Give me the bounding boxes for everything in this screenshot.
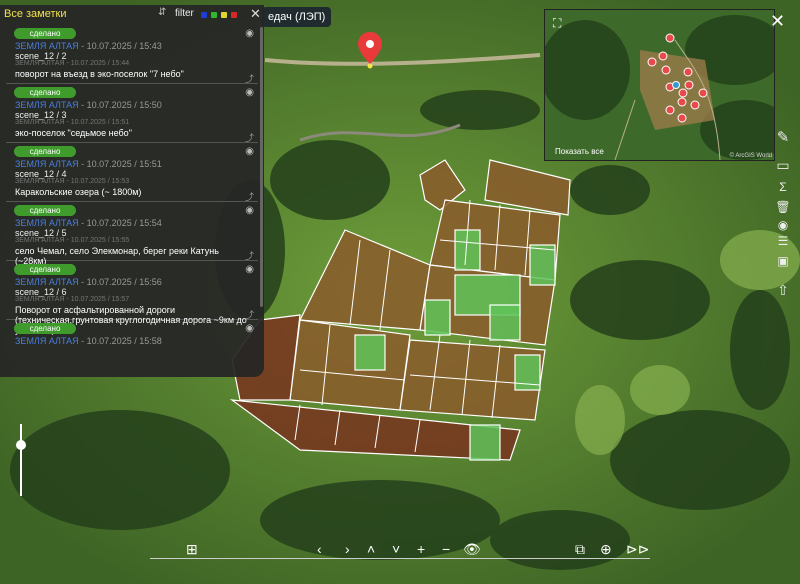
list-item[interactable]: сделано ◉ ЗЕМЛЯ АЛТАЯ - 10.07.2025 / 15:…: [6, 320, 258, 377]
note-author: ЗЕМЛЯ АЛТАЯ: [15, 336, 79, 346]
fit-view-icon[interactable]: ⧉: [575, 541, 585, 558]
list-item[interactable]: сделано ◉ ЗЕМЛЯ АЛТАЯ - 10.07.2025 / 15:…: [6, 25, 258, 84]
sort-icon[interactable]: ⇵: [158, 7, 166, 18]
note-date: - 10.07.2025 / 15:54: [78, 218, 162, 228]
note-date: - 10.07.2025 / 15:43: [78, 41, 162, 51]
prev-icon[interactable]: ‹: [317, 541, 322, 557]
notes-panel: Все заметки ⇵ filter ✕ сделано ◉ ЗЕМЛЯ А…: [0, 5, 264, 377]
zoom-slider-track[interactable]: [20, 424, 22, 496]
eye-icon[interactable]: 👁: [463, 541, 481, 558]
filter-color-blue[interactable]: [201, 12, 207, 18]
list-item[interactable]: сделано ◉ ЗЕМЛЯ АЛТАЯ - 10.07.2025 / 15:…: [6, 202, 258, 266]
note-description: Каракольские озера (~ 1800м): [15, 187, 142, 197]
zoom-out-icon[interactable]: −: [442, 541, 450, 557]
note-author: ЗЕМЛЯ АЛТАЯ: [15, 41, 79, 51]
up-icon[interactable]: ˄: [367, 541, 375, 557]
eye-icon[interactable]: ◉: [245, 264, 254, 275]
eye-icon[interactable]: ◉: [774, 218, 792, 232]
list-item[interactable]: сделано ◉ ЗЕМЛЯ АЛТАЯ - 10.07.2025 / 15:…: [6, 143, 258, 202]
eye-icon[interactable]: ◉: [245, 146, 254, 157]
panel-header: Все заметки ⇵ filter ✕: [0, 5, 264, 23]
trash-icon[interactable]: 🗑: [774, 200, 792, 214]
eye-icon[interactable]: ◉: [245, 205, 254, 216]
download-icon[interactable]: ⊕: [600, 541, 612, 558]
note-date: - 10.07.2025 / 15:58: [78, 336, 162, 346]
note-author: ЗЕМЛЯ АЛТАЯ: [15, 100, 79, 110]
eye-icon[interactable]: ◉: [245, 323, 254, 334]
status-badge: сделано: [14, 323, 76, 334]
note-edit-line: ЗЕМЛЯ АЛТАЯ - 10.07.2025 / 15:57: [15, 296, 130, 303]
filter-color-red[interactable]: [231, 12, 237, 18]
map-label: едач (ЛЭП): [262, 7, 332, 27]
sigma-icon[interactable]: Σ: [774, 180, 792, 194]
note-edit-line: ЗЕМЛЯ АЛТАЯ - 10.07.2025 / 15:53: [15, 178, 130, 185]
note-author: ЗЕМЛЯ АЛТАЯ: [15, 277, 79, 287]
down-icon[interactable]: ˅: [392, 541, 400, 557]
show-all-button[interactable]: Показать все: [555, 147, 604, 156]
note-author: ЗЕМЛЯ АЛТАЯ: [15, 218, 79, 228]
status-badge: сделано: [14, 146, 76, 157]
note-author: ЗЕМЛЯ АЛТАЯ: [15, 159, 79, 169]
zoom-in-icon[interactable]: +: [417, 541, 425, 557]
status-badge: сделано: [14, 205, 76, 216]
list-item[interactable]: сделано ◉ ЗЕМЛЯ АЛТАЯ - 10.07.2025 / 15:…: [6, 261, 258, 335]
filter-color-green[interactable]: [211, 12, 217, 18]
note-description: поворот на въезд в эко-поселок "7 небо": [15, 69, 184, 79]
fullscreen-icon[interactable]: ⛶: [553, 16, 561, 31]
panel-title: Все заметки: [4, 8, 67, 20]
list-icon[interactable]: ☰: [774, 234, 792, 248]
note-edit-line: ЗЕМЛЯ АЛТАЯ - 10.07.2025 / 15:55: [15, 237, 130, 244]
play-icon[interactable]: ⊳⊳: [626, 541, 649, 558]
zoom-slider-handle[interactable]: [16, 440, 26, 450]
status-badge: сделано: [14, 264, 76, 275]
upload-icon[interactable]: ⇧: [774, 282, 792, 299]
note-edit-line: ЗЕМЛЯ АЛТАЯ - 10.07.2025 / 15:44: [15, 60, 130, 67]
grid-icon[interactable]: ⊞: [186, 541, 198, 558]
close-icon[interactable]: ✕: [770, 11, 785, 32]
filter-button[interactable]: filter: [175, 8, 194, 19]
note-description: эко-поселок "седьмое небо": [15, 128, 132, 138]
note-date: - 10.07.2025 / 15:50: [78, 100, 162, 110]
next-icon[interactable]: ›: [345, 541, 350, 557]
list-item[interactable]: сделано ◉ ЗЕМЛЯ АЛТАЯ - 10.07.2025 / 15:…: [6, 84, 258, 143]
note-edit-line: ЗЕМЛЯ АЛТАЯ - 10.07.2025 / 15:51: [15, 119, 130, 126]
comment-icon[interactable]: ▭: [774, 157, 792, 174]
close-icon[interactable]: ✕: [250, 6, 261, 22]
status-badge: сделано: [14, 28, 76, 39]
notes-list: сделано ◉ ЗЕМЛЯ АЛТАЯ - 10.07.2025 / 15:…: [6, 25, 258, 377]
note-date: - 10.07.2025 / 15:56: [78, 277, 162, 287]
edit-note-icon[interactable]: ✎: [774, 128, 792, 146]
eye-icon[interactable]: ◉: [245, 87, 254, 98]
scrollbar[interactable]: [260, 27, 263, 307]
minimap[interactable]: ⛶ Показать все © ArcGIS World: [544, 9, 775, 161]
status-badge: сделано: [14, 87, 76, 98]
save-icon[interactable]: ▣: [774, 254, 792, 268]
map-credit: © ArcGIS World: [729, 153, 772, 159]
note-date: - 10.07.2025 / 15:51: [78, 159, 162, 169]
filter-color-yellow[interactable]: [221, 12, 227, 18]
eye-icon[interactable]: ◉: [245, 28, 254, 39]
minimap-image: [545, 10, 774, 160]
